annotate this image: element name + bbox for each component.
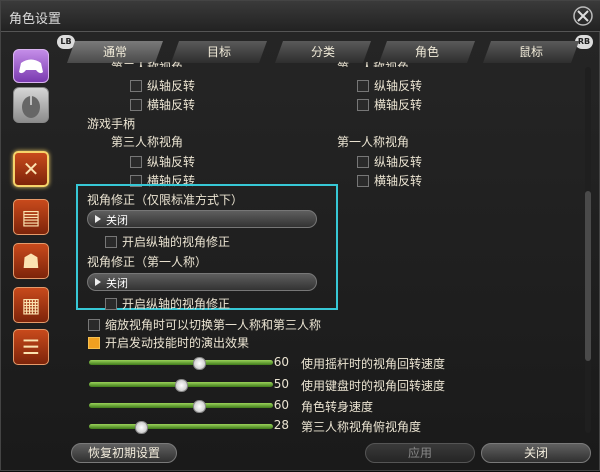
header-first-person: 第一人称视角 [337,135,410,149]
slider-value: 60 [273,355,289,369]
slider-knob[interactable] [134,421,148,434]
chat-icon[interactable]: ☰ [13,329,49,365]
label-invert-v: 纵轴反转 [374,79,423,93]
slider-track-turn-speed[interactable] [89,403,273,408]
label-invert-h: 横轴反转 [374,98,423,112]
slider-value: 60 [273,398,289,412]
label-invert-v: 纵轴反转 [147,79,196,93]
close-button[interactable]: 关闭 [481,443,591,463]
label-invert-v: 纵轴反转 [374,155,423,169]
cut-header-right: 第一人称视角 [337,59,409,67]
slider-label: 使用摇杆时的视角回转速度 [301,357,446,371]
checkbox-invert-v-tp-top[interactable] [130,80,142,92]
card-icon[interactable]: ▤ [13,199,49,235]
character-settings-window: 角色设置 ✕ ▤ ☗ ▦ ☰ LB RB 通常 目标 分类 角色 鼠标 第三人称… [0,0,600,471]
checkbox-skill-effect[interactable] [88,337,100,349]
dropdown-arrow-icon [95,278,101,286]
camera-cross-icon[interactable]: ✕ [13,151,49,187]
slider-knob[interactable] [193,357,207,370]
close-window-icon[interactable] [573,6,593,26]
dropdown-value: 关闭 [106,214,128,227]
label-invert-h: 横轴反转 [374,174,423,188]
dropdown-cam-fix-std[interactable]: 关闭 [87,210,317,228]
apply-button[interactable]: 应用 [365,443,475,463]
slider-label: 角色转身速度 [301,400,374,414]
checkbox-invert-h-tp-top[interactable] [130,99,142,111]
tab-mouse[interactable]: 鼠标 [483,41,579,63]
reset-button[interactable]: 恢复初期设置 [71,443,177,463]
slider-knob[interactable] [193,400,207,413]
label-skill-effect: 开启发动技能时的演出效果 [105,336,250,350]
label-vert-fix: 开启纵轴的视角修正 [122,297,231,311]
slider-label: 使用键盘时的视角回转速度 [301,379,446,393]
checkbox-vert-fix-std[interactable] [105,236,117,248]
slider-value: 50 [273,377,289,391]
checkbox-invert-v-fp-top[interactable] [357,80,369,92]
cut-header-left: 第三人称视角 [111,59,183,67]
left-icon-rail: ✕ ▤ ☗ ▦ ☰ [1,31,59,472]
section-gamepad: 游戏手柄 [87,117,136,131]
checkbox-invert-v-tp[interactable] [130,156,142,168]
slider-value: 28 [273,418,289,432]
title-bar: 角色设置 [1,1,600,32]
dropdown-cam-fix-fp[interactable]: 关闭 [87,273,317,291]
slider-label: 第三人称视角俯视角度 [301,420,422,434]
label-invert-v: 纵轴反转 [147,155,196,169]
tab-target[interactable]: 目标 [171,41,267,63]
label-cam-fix-fp: 视角修正（第一人称） [87,255,208,269]
checkbox-invert-h-fp-top[interactable] [357,99,369,111]
dropdown-value: 关闭 [106,277,128,290]
dropdown-arrow-icon [95,215,101,223]
label-zoom-switch: 缩放视角时可以切换第一人称和第三人称 [105,318,322,332]
scrollbar-thumb[interactable] [585,191,591,361]
checkbox-invert-h-fp[interactable] [357,175,369,187]
label-vert-fix: 开启纵轴的视角修正 [122,235,231,249]
label-invert-h: 横轴反转 [147,98,196,112]
checkbox-vert-fix-fp[interactable] [105,298,117,310]
checkered-icon[interactable]: ▦ [13,287,49,323]
label-cam-fix-std: 视角修正（仅限标准方式下） [87,193,244,207]
header-third-person: 第三人称视角 [111,135,184,149]
gamepad-icon[interactable] [13,49,49,83]
mouse-icon[interactable] [13,87,49,123]
slider-knob[interactable] [175,379,188,392]
checkbox-zoom-switch[interactable] [88,319,100,331]
window-title: 角色设置 [9,12,62,27]
checkbox-invert-v-fp[interactable] [357,156,369,168]
character-icon[interactable]: ☗ [13,243,49,279]
slider-track-stick-speed[interactable] [89,360,273,365]
slider-track-pitch-angle[interactable] [89,424,273,429]
